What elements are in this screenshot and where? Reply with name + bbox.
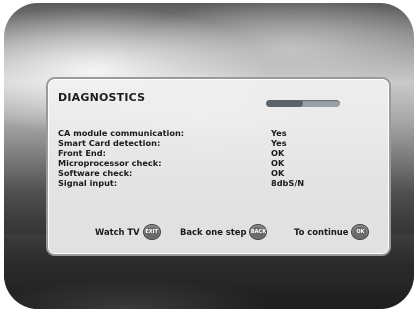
diagnostic-value: OK (271, 148, 285, 158)
back-label: Back one step (180, 227, 247, 237)
watch-tv-button[interactable]: Watch TV EXIT (95, 224, 161, 240)
diagnostic-row: Microprocessor check: OK (58, 158, 378, 168)
diagnostic-label: Microprocessor check: (58, 158, 162, 168)
diagnostic-value: Yes (271, 128, 287, 138)
diagnostics-list: CA module communication: Yes Smart Card … (58, 128, 378, 188)
continue-label: To continue (294, 227, 349, 237)
diagnostics-dialog: DIAGNOSTICS CA module communication: Yes… (46, 77, 391, 256)
tv-screen: DIAGNOSTICS CA module communication: Yes… (4, 3, 414, 309)
diagnostic-row: Smart Card detection: Yes (58, 138, 378, 148)
diagnostic-value: Yes (271, 138, 287, 148)
diagnostic-value: 8dbS/N (271, 178, 305, 188)
diagnostic-label: Smart Card detection: (58, 138, 161, 148)
dialog-footer: Watch TV EXIT Back one step BACK To cont… (48, 221, 389, 241)
diagnostic-value: OK (271, 168, 285, 178)
diagnostic-label: Signal input: (58, 178, 118, 188)
diagnostic-row: Front End: OK (58, 148, 378, 158)
back-one-step-button[interactable]: Back one step BACK (180, 224, 268, 240)
diagnostic-label: Software check: (58, 168, 133, 178)
exit-key-icon: EXIT (142, 224, 161, 240)
continue-button[interactable]: To continue OK (294, 224, 370, 240)
diagnostic-label: Front End: (58, 148, 106, 158)
dialog-title: DIAGNOSTICS (58, 91, 146, 104)
watch-tv-label: Watch TV (95, 227, 140, 237)
back-key-icon: BACK (249, 224, 268, 240)
signal-level-bar (266, 100, 340, 107)
diagnostic-row: Software check: OK (58, 168, 378, 178)
diagnostic-row: Signal input: 8dbS/N (58, 178, 378, 188)
diagnostic-value: OK (271, 158, 285, 168)
diagnostic-row: CA module communication: Yes (58, 128, 378, 138)
diagnostic-label: CA module communication: (58, 128, 185, 138)
signal-level-fill (266, 100, 303, 107)
ok-key-icon: OK (351, 224, 370, 240)
